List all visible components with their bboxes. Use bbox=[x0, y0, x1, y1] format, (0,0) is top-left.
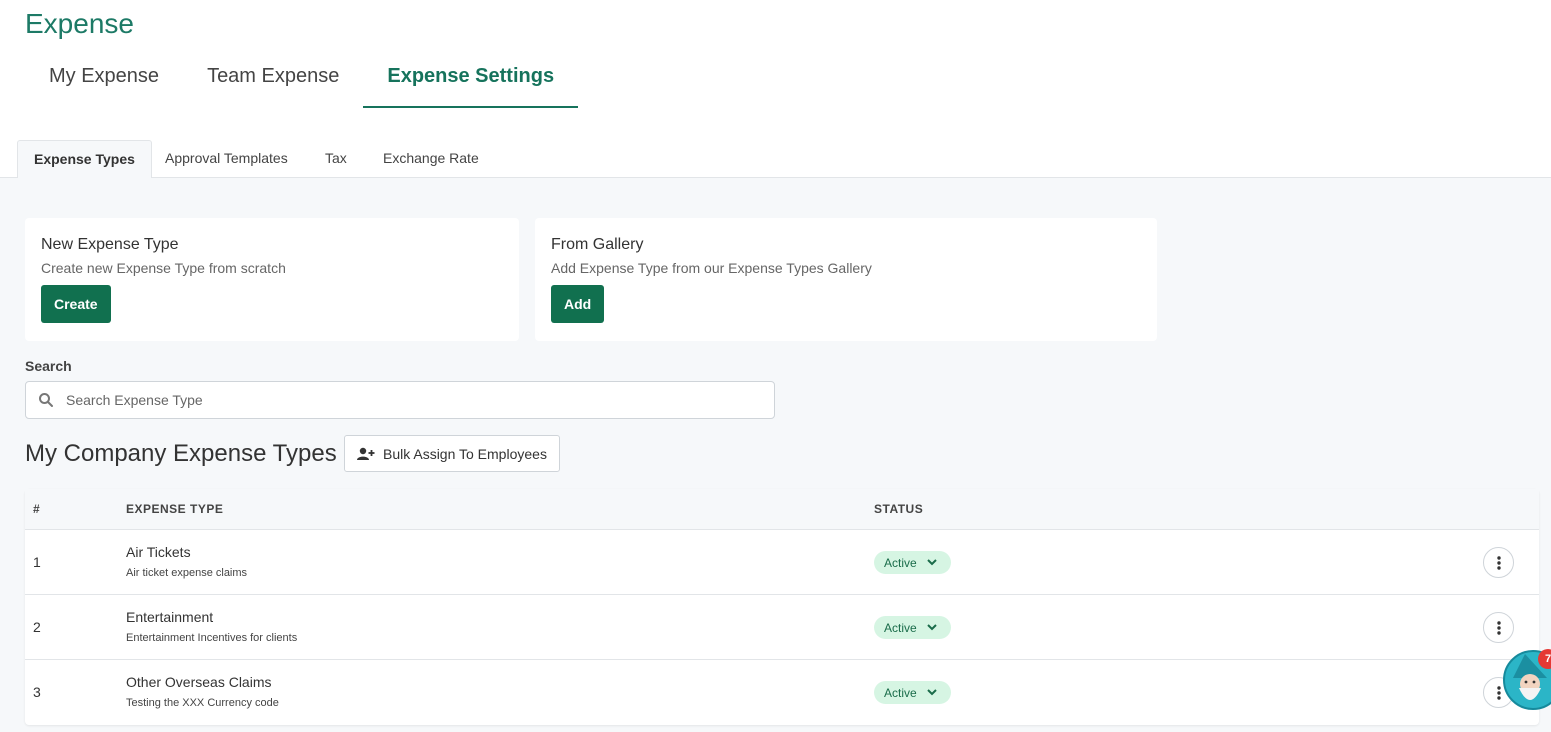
row-number: 3 bbox=[33, 684, 41, 700]
table-row[interactable]: 1 Air Tickets Air ticket expense claims … bbox=[25, 530, 1539, 595]
expense-type-name[interactable]: Entertainment bbox=[126, 609, 213, 625]
page-title: Expense bbox=[25, 8, 134, 39]
user-plus-icon bbox=[357, 447, 375, 460]
content-area: New Expense Type Create new Expense Type… bbox=[0, 178, 1551, 732]
card-title: New Expense Type bbox=[41, 236, 179, 253]
expense-types-table: # EXPENSE TYPE STATUS 1 Air Tickets Air … bbox=[25, 489, 1539, 725]
status-dropdown[interactable]: Active bbox=[874, 551, 951, 574]
tab-my-expense[interactable]: My Expense bbox=[25, 50, 183, 108]
chevron-down-icon bbox=[926, 624, 937, 631]
add-button[interactable]: Add bbox=[551, 285, 605, 323]
notification-badge: 7 bbox=[1538, 649, 1551, 669]
row-number: 2 bbox=[33, 619, 41, 635]
expense-type-description: Testing the XXX Currency code bbox=[126, 697, 279, 709]
search-input[interactable] bbox=[66, 382, 766, 418]
subtab-expense-types[interactable]: Expense Types bbox=[17, 140, 152, 179]
search-box bbox=[25, 381, 775, 419]
more-vertical-icon bbox=[1496, 620, 1501, 635]
subtab-tax[interactable]: Tax bbox=[309, 140, 363, 178]
more-options-button[interactable] bbox=[1483, 612, 1514, 643]
chevron-down-icon bbox=[926, 689, 937, 696]
card-description: Create new Expense Type from scratch bbox=[41, 260, 286, 276]
bulk-assign-button[interactable]: Bulk Assign To Employees bbox=[344, 435, 560, 472]
more-options-button[interactable] bbox=[1483, 547, 1514, 578]
column-header-number: # bbox=[33, 502, 41, 516]
section-title: My Company Expense Types bbox=[25, 440, 337, 467]
status-dropdown[interactable]: Active bbox=[874, 681, 951, 704]
more-vertical-icon bbox=[1496, 555, 1501, 570]
sub-tabs: Expense Types Approval Templates Tax Exc… bbox=[0, 140, 1551, 179]
expense-type-name[interactable]: Air Tickets bbox=[126, 544, 191, 560]
search-label: Search bbox=[25, 358, 72, 374]
table-row[interactable]: 2 Entertainment Entertainment Incentives… bbox=[25, 595, 1539, 660]
bulk-assign-label: Bulk Assign To Employees bbox=[383, 445, 547, 462]
expense-type-description: Entertainment Incentives for clients bbox=[126, 632, 298, 644]
column-header-expense-type: EXPENSE TYPE bbox=[126, 502, 224, 516]
create-button[interactable]: Create bbox=[41, 285, 111, 323]
status-label: Active bbox=[884, 685, 917, 700]
more-vertical-icon bbox=[1496, 685, 1501, 700]
main-tabs: My Expense Team Expense Expense Settings bbox=[25, 50, 579, 108]
table-row[interactable]: 3 Other Overseas Claims Testing the XXX … bbox=[25, 660, 1539, 725]
card-title: From Gallery bbox=[551, 236, 644, 253]
expense-type-description: Air ticket expense claims bbox=[126, 567, 248, 579]
from-gallery-card: From Gallery Add Expense Type from our E… bbox=[535, 218, 1157, 341]
search-icon bbox=[39, 393, 53, 407]
status-label: Active bbox=[884, 555, 917, 570]
status-dropdown[interactable]: Active bbox=[874, 616, 951, 639]
card-description: Add Expense Type from our Expense Types … bbox=[551, 260, 872, 276]
subtab-exchange-rate[interactable]: Exchange Rate bbox=[367, 140, 495, 178]
subtab-approval-templates[interactable]: Approval Templates bbox=[149, 140, 304, 178]
status-label: Active bbox=[884, 620, 917, 635]
expense-type-name[interactable]: Other Overseas Claims bbox=[126, 674, 271, 690]
new-expense-type-card: New Expense Type Create new Expense Type… bbox=[25, 218, 519, 341]
table-header: # EXPENSE TYPE STATUS bbox=[25, 489, 1539, 530]
tab-expense-settings[interactable]: Expense Settings bbox=[363, 50, 579, 108]
column-header-status: STATUS bbox=[874, 502, 924, 516]
chevron-down-icon bbox=[926, 559, 937, 566]
tab-team-expense[interactable]: Team Expense bbox=[183, 50, 363, 108]
row-number: 1 bbox=[33, 554, 41, 570]
